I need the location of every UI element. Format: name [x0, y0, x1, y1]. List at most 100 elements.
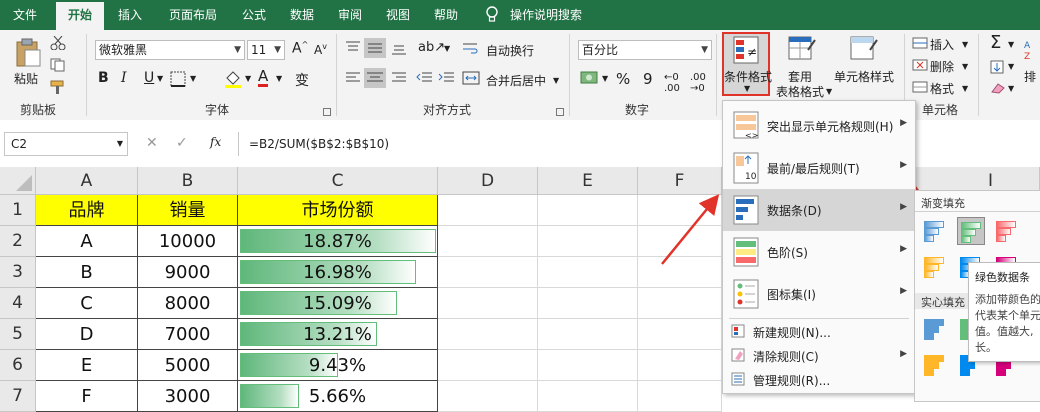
formula-input[interactable]: =B2/SUM($B$2:$B$10) [238, 132, 729, 156]
brand-cell[interactable]: E [36, 350, 138, 381]
increase-indent-icon[interactable] [438, 70, 456, 89]
share-cell[interactable]: 9.43% [238, 350, 438, 381]
tab-data[interactable]: 数据 [280, 0, 324, 30]
menu-item-color-scales[interactable]: 色阶(S) ▶ [723, 231, 915, 273]
column-header-a[interactable]: A [36, 167, 138, 195]
header-cell-sales[interactable]: 销量 [138, 195, 238, 226]
column-header-c[interactable]: C [238, 167, 438, 195]
autosum-icon[interactable]: Σ [990, 32, 1001, 53]
empty-cell[interactable] [438, 350, 538, 381]
format-as-table-icon[interactable] [788, 36, 816, 67]
wrap-text-icon[interactable] [462, 41, 478, 58]
chevron-down-icon[interactable]: ▼ [276, 74, 282, 83]
align-left-icon[interactable] [344, 70, 362, 89]
empty-cell[interactable] [638, 288, 722, 319]
number-format-select[interactable]: 百分比 ▼ [578, 40, 712, 60]
tab-insert[interactable]: 插入 [108, 0, 152, 30]
empty-cell[interactable] [538, 226, 638, 257]
gradient-data-bar-swatch[interactable] [957, 217, 985, 245]
underline-button[interactable]: U [144, 70, 154, 86]
empty-cell[interactable] [638, 381, 722, 412]
empty-cell[interactable] [438, 195, 538, 226]
tell-me-search[interactable]: 操作说明搜索 [506, 0, 586, 30]
select-all-corner[interactable] [0, 167, 36, 195]
align-middle-icon[interactable] [364, 38, 386, 58]
column-header-e[interactable]: E [538, 167, 638, 195]
comma-style-button[interactable]: 9 [643, 70, 653, 88]
chevron-down-icon[interactable]: ▼ [245, 74, 251, 83]
delete-cells-button[interactable]: 删除 [930, 58, 954, 75]
solid-data-bar-swatch[interactable] [921, 315, 949, 343]
format-cells-icon[interactable] [912, 81, 928, 96]
menu-item-clear-rules[interactable]: 清除规则(C) ▶ [723, 343, 915, 367]
chevron-down-icon[interactable]: ▼ [962, 40, 968, 49]
solid-data-bar-swatch[interactable] [921, 351, 949, 379]
chevron-down-icon[interactable]: ▼ [1008, 62, 1014, 71]
row-header[interactable]: 1 [0, 195, 36, 226]
decrease-indent-icon[interactable] [416, 70, 434, 89]
sort-filter-button[interactable]: 排 [1024, 68, 1036, 85]
decrease-decimal-icon[interactable]: .00 →0 [690, 72, 706, 94]
fill-color-icon[interactable] [224, 70, 242, 91]
chevron-down-icon[interactable]: ▼ [444, 44, 450, 53]
brand-cell[interactable]: D [36, 319, 138, 350]
row-header[interactable]: 6 [0, 350, 36, 381]
row-header[interactable]: 3 [0, 257, 36, 288]
empty-cell[interactable] [638, 195, 722, 226]
empty-cell[interactable] [538, 381, 638, 412]
cut-icon[interactable] [50, 35, 66, 53]
align-center-icon[interactable] [364, 68, 386, 88]
share-cell[interactable]: 16.98% [238, 257, 438, 288]
share-cell[interactable]: 5.66% [238, 381, 438, 412]
empty-cell[interactable] [538, 350, 638, 381]
brand-cell[interactable]: C [36, 288, 138, 319]
empty-cell[interactable] [638, 319, 722, 350]
menu-item-new-rule[interactable]: 新建规则(N)... [723, 319, 915, 343]
name-box[interactable]: C2 ▼ [4, 132, 128, 156]
empty-cell[interactable] [438, 226, 538, 257]
percent-style-button[interactable]: % [616, 70, 630, 88]
chevron-down-icon[interactable]: ▼ [553, 76, 559, 85]
currency-icon[interactable] [580, 70, 600, 89]
cell-styles-icon[interactable] [850, 36, 878, 67]
empty-cell[interactable] [438, 288, 538, 319]
brand-cell[interactable]: F [36, 381, 138, 412]
dialog-launcher-icon[interactable] [323, 105, 331, 119]
align-right-icon[interactable] [390, 70, 408, 89]
chevron-down-icon[interactable]: ▼ [962, 62, 968, 71]
copy-icon[interactable] [50, 58, 66, 75]
italic-button[interactable]: I [121, 70, 127, 86]
empty-cell[interactable] [638, 257, 722, 288]
delete-cells-icon[interactable] [912, 59, 928, 74]
tab-home[interactable]: 开始 [56, 2, 104, 30]
menu-item-data-bars[interactable]: 数据条(D) ▶ [723, 189, 915, 231]
font-size-select[interactable]: 11 ▼ [247, 40, 285, 60]
chevron-down-icon[interactable]: ▼ [826, 87, 832, 96]
column-header-b[interactable]: B [138, 167, 238, 195]
orientation-icon[interactable]: ab↗ [418, 40, 445, 55]
column-header-f[interactable]: F [638, 167, 722, 195]
cell-styles-button[interactable]: 单元格样式 [834, 68, 894, 85]
clear-icon[interactable] [990, 82, 1006, 97]
empty-cell[interactable] [438, 381, 538, 412]
chevron-down-icon[interactable]: ▼ [602, 74, 608, 83]
font-color-button[interactable]: A [258, 68, 269, 87]
empty-cell[interactable] [538, 319, 638, 350]
gradient-data-bar-swatch[interactable] [993, 217, 1021, 245]
tab-review[interactable]: 审阅 [328, 0, 372, 30]
conditional-formatting-button[interactable]: ≠ 条件格式 ▼ [722, 32, 772, 96]
empty-cell[interactable] [638, 226, 722, 257]
gradient-data-bar-swatch[interactable] [921, 217, 949, 245]
menu-item-highlight-rules[interactable]: <> 突出显示单元格规则(H) ▶ [723, 105, 915, 147]
cancel-icon[interactable]: ✕ [146, 135, 158, 151]
tab-file[interactable]: 文件 [0, 0, 50, 30]
header-cell-share[interactable]: 市场份额 [238, 195, 438, 226]
row-header[interactable]: 4 [0, 288, 36, 319]
gradient-data-bar-swatch[interactable] [921, 253, 949, 281]
format-cells-button[interactable]: 格式 [930, 80, 954, 97]
format-painter-icon[interactable] [50, 80, 66, 97]
chevron-down-icon[interactable]: ▼ [1008, 84, 1014, 93]
chevron-down-icon[interactable]: ▼ [157, 74, 163, 83]
increase-font-icon[interactable]: A^ [292, 40, 308, 57]
empty-cell[interactable] [438, 319, 538, 350]
